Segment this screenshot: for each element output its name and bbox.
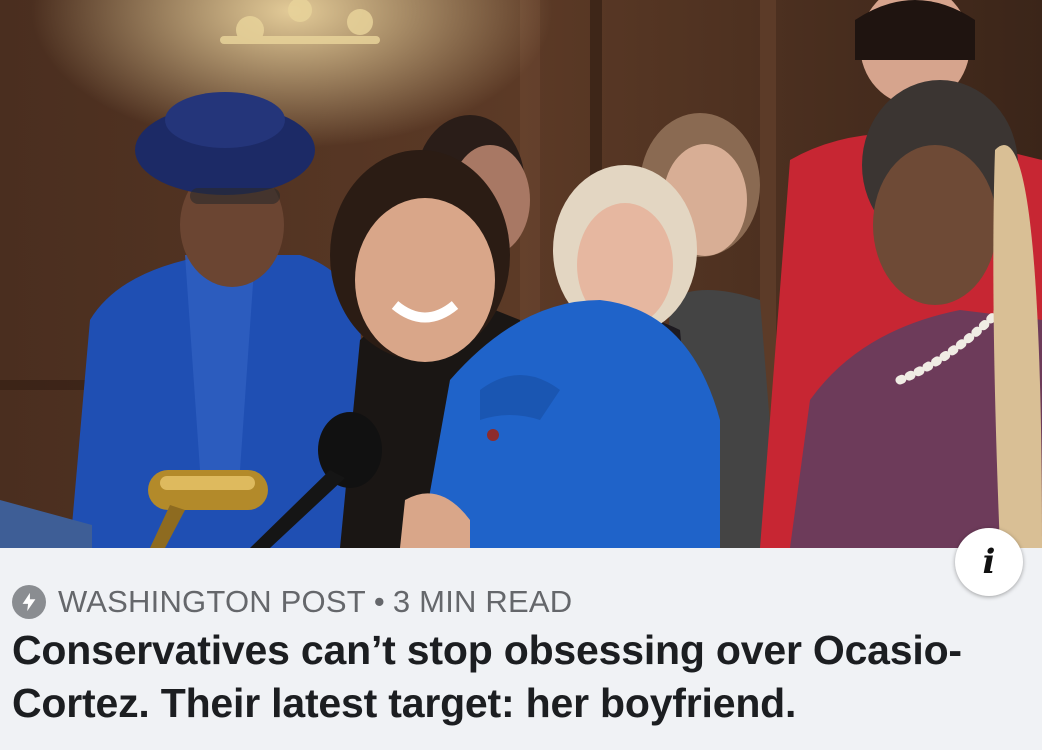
lightning-bolt-icon — [12, 585, 46, 619]
meta-separator: • — [373, 584, 385, 619]
read-time: 3 MIN READ — [392, 584, 573, 619]
info-icon: i — [982, 542, 996, 582]
photo-illustration — [0, 0, 1042, 548]
lightning-bolt-glyph — [22, 592, 36, 612]
article-headline[interactable]: Conservatives can’t stop obsessing over … — [12, 624, 1032, 730]
link-preview-card[interactable]: i WASHINGTON POST • 3 MIN READ Conservat… — [0, 0, 1042, 750]
info-button[interactable]: i — [955, 528, 1023, 596]
source-name: WASHINGTON POST — [58, 584, 366, 619]
source-meta: WASHINGTON POST • 3 MIN READ — [12, 584, 572, 620]
article-photo[interactable] — [0, 0, 1042, 548]
